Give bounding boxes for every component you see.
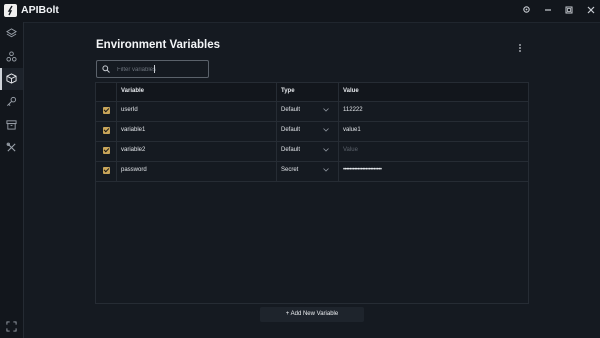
settings-icon[interactable] xyxy=(519,4,533,18)
sidebar xyxy=(0,22,24,338)
layers-icon[interactable] xyxy=(0,23,23,45)
chevron-down-icon xyxy=(323,108,329,112)
app-logo-icon xyxy=(4,4,17,17)
network-icon[interactable] xyxy=(0,46,23,68)
variable-name-cell[interactable]: variable2 xyxy=(116,141,277,161)
variable-name-cell[interactable]: password xyxy=(116,161,277,181)
type-dropdown[interactable]: Default xyxy=(276,121,339,141)
table-header: Variable Type Value xyxy=(96,83,528,102)
variable-name-cell[interactable]: userId xyxy=(116,101,277,121)
add-new-variable-button[interactable]: + Add New Variable xyxy=(260,307,364,322)
more-vertical-icon[interactable] xyxy=(518,40,522,58)
value-cell[interactable]: Value xyxy=(338,141,529,161)
key-icon[interactable] xyxy=(0,91,23,113)
text-cursor xyxy=(154,65,155,73)
row-checkbox[interactable] xyxy=(103,147,110,154)
value-cell[interactable]: 112222 xyxy=(338,101,529,121)
title-bar: APIBolt xyxy=(0,0,600,23)
type-dropdown[interactable]: Default xyxy=(276,101,339,121)
variables-table: Variable Type Value userId Default 11222… xyxy=(95,82,529,304)
cube-icon[interactable] xyxy=(0,68,23,90)
archive-icon[interactable] xyxy=(0,114,23,136)
minimize-icon[interactable] xyxy=(541,4,555,18)
app-title: APIBolt xyxy=(21,4,59,16)
page-title: Environment Variables xyxy=(96,39,220,51)
header-select-cell xyxy=(96,83,116,101)
search-icon xyxy=(102,65,110,73)
column-header-variable: Variable xyxy=(116,83,277,101)
chevron-down-icon xyxy=(323,168,329,172)
row-checkbox[interactable] xyxy=(103,167,110,174)
filter-input[interactable] xyxy=(115,62,207,77)
row-checkbox[interactable] xyxy=(103,127,110,134)
chevron-down-icon xyxy=(323,148,329,152)
table-row: password Secret •••••••••••••••••••••••• xyxy=(96,161,528,182)
table-row: variable2 Default Value xyxy=(96,141,528,162)
value-cell[interactable]: •••••••••••••••••••••••• xyxy=(338,161,529,181)
type-dropdown[interactable]: Default xyxy=(276,141,339,161)
maximize-icon[interactable] xyxy=(562,4,576,18)
tools-icon[interactable] xyxy=(0,137,23,159)
filter-search-box[interactable] xyxy=(96,60,209,78)
close-icon[interactable] xyxy=(584,4,598,18)
row-checkbox[interactable] xyxy=(103,107,110,114)
table-row: userId Default 112222 xyxy=(96,101,528,122)
chevron-down-icon xyxy=(323,128,329,132)
column-header-value: Value xyxy=(338,83,529,101)
variable-name-cell[interactable]: variable1 xyxy=(116,121,277,141)
value-cell[interactable]: value1 xyxy=(338,121,529,141)
fullscreen-icon[interactable] xyxy=(0,316,23,338)
type-dropdown[interactable]: Secret xyxy=(276,161,339,181)
table-row: variable1 Default value1 xyxy=(96,121,528,142)
column-header-type: Type xyxy=(276,83,339,101)
